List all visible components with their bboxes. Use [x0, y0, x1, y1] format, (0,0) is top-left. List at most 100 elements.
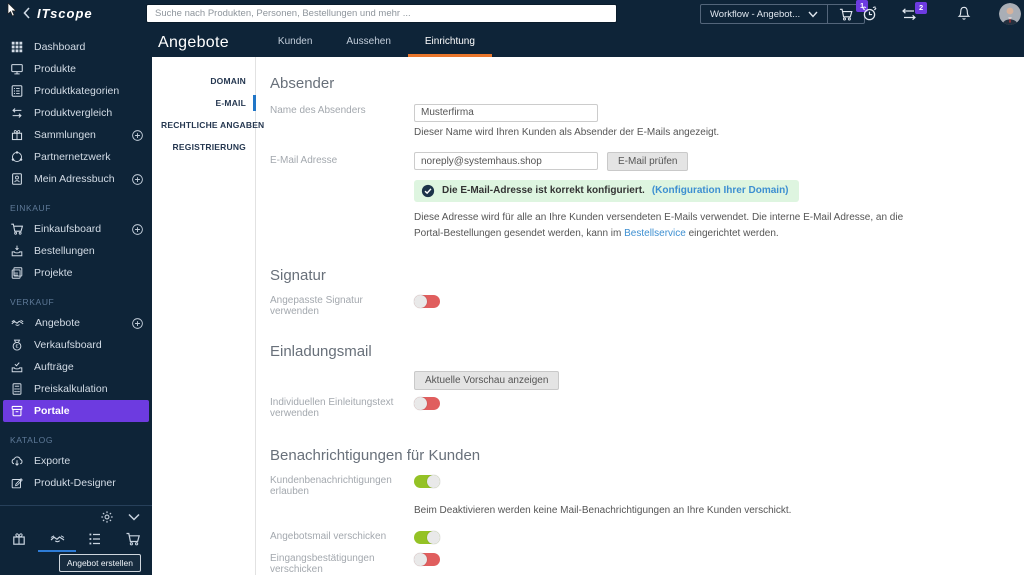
workflow-dropdown-label: Workflow - Angebot...	[710, 9, 800, 20]
address-book-icon	[10, 172, 24, 186]
create-offer-button[interactable]: Angebot erstellen	[59, 554, 141, 572]
notif-label: Eingangsbestätigungen verschicken	[270, 552, 414, 575]
sidebar-footer: Angebot erstellen	[0, 505, 152, 575]
workflow-control: Workflow - Angebot... 1	[700, 4, 865, 24]
plus-circle-icon[interactable]	[131, 317, 144, 330]
offer-mail-toggle[interactable]	[414, 531, 440, 544]
domain-config-link[interactable]: (Konfiguration Ihrer Domain)	[652, 185, 789, 196]
tab-bar: Kunden Aussehen Einrichtung	[261, 28, 492, 57]
plus-circle-icon[interactable]	[131, 129, 144, 142]
topbar: ITscope Workflow - Angebot... 1 2	[0, 0, 1024, 28]
sidebar-item-label: Sammlungen	[34, 129, 96, 141]
plus-circle-icon[interactable]	[131, 173, 144, 186]
email-address-input[interactable]	[414, 152, 598, 170]
money-bag-icon: €	[10, 338, 24, 352]
sidebar-bottom-tabs	[0, 527, 152, 552]
bottom-tab-listen[interactable]	[76, 527, 114, 552]
sidebar-item-auftraege[interactable]: Aufträge	[0, 356, 152, 378]
cart-button[interactable]: 1	[827, 5, 864, 23]
sidebar-item-portale[interactable]: Portale	[3, 400, 149, 422]
sidebar-section-einkauf: EINKAUF	[10, 203, 142, 213]
bestellservice-link[interactable]: Bestellservice	[624, 228, 686, 239]
tab-aussehen[interactable]: Aussehen	[329, 28, 407, 57]
sender-name-label: Name des Absenders	[270, 102, 414, 116]
spacer-label	[270, 505, 414, 508]
subnav-item-rechtliche-angaben[interactable]: RECHTLICHE ANGABEN	[152, 114, 255, 136]
content: DOMAIN E-MAIL RECHTLICHE ANGABEN REGISTR…	[152, 57, 1024, 575]
plus-circle-icon[interactable]	[131, 223, 144, 236]
subnav-item-registrierung[interactable]: REGISTRIERUNG	[152, 136, 255, 158]
sidebar-item-label: Preiskalkulation	[34, 383, 108, 395]
sidebar-item-dashboard[interactable]: Dashboard	[0, 36, 152, 58]
email-info-text: Diese Adresse wird für alle an Ihre Kund…	[414, 210, 906, 243]
sidebar-item-bestellungen[interactable]: Bestellungen	[0, 240, 152, 262]
pen-square-icon	[10, 476, 24, 490]
toggle-knob	[427, 531, 440, 544]
sidebar-item-mein-adressbuch[interactable]: Mein Adressbuch	[0, 168, 152, 190]
bottom-tab-angebote[interactable]	[38, 527, 76, 552]
bottom-tab-warenkorb[interactable]	[114, 527, 152, 552]
sidebar-item-label: Verkaufsboard	[34, 339, 102, 351]
notif-label: Angebotsmail verschicken	[270, 530, 414, 542]
tab-einrichtung[interactable]: Einrichtung	[408, 28, 492, 57]
sidebar-item-label: Produkt-Designer	[34, 477, 116, 489]
collapse-sidebar-icon[interactable]	[22, 6, 31, 20]
sidebar-item-preiskalkulation[interactable]: Preiskalkulation	[0, 378, 152, 400]
custom-signature-label: Angepasste Signatur verwenden	[270, 294, 414, 317]
page-header: Angebote Kunden Aussehen Einrichtung	[152, 28, 1024, 57]
sidebar-item-verkaufsboard[interactable]: € Verkaufsboard	[0, 334, 152, 356]
bell-icon[interactable]	[956, 5, 972, 22]
search-input[interactable]	[146, 4, 617, 23]
spacer-label	[270, 370, 414, 373]
sidebar-item-label: Angebote	[35, 317, 80, 329]
subnav-item-email[interactable]: E-MAIL	[152, 92, 255, 114]
custom-intro-label: Individuellen Einleitungstext verwenden	[270, 396, 414, 419]
gear-icon[interactable]	[100, 510, 114, 524]
sidebar-item-label: Aufträge	[34, 361, 74, 373]
sidebar-item-sammlungen[interactable]: Sammlungen	[0, 124, 152, 146]
sidebar-item-label: Partnernetzwerk	[34, 151, 110, 163]
sidebar-item-produkt-designer[interactable]: Produkt-Designer	[0, 472, 152, 494]
chevron-down-icon	[808, 11, 818, 18]
sidebar-item-partnernetzwerk[interactable]: Partnernetzwerk	[0, 146, 152, 168]
list-icon	[10, 84, 24, 98]
page-title: Angebote	[152, 34, 229, 52]
toggle-knob	[414, 397, 427, 410]
subnav-item-domain[interactable]: DOMAIN	[152, 70, 255, 92]
custom-intro-toggle[interactable]	[414, 397, 440, 410]
email-success-text: Die E-Mail-Adresse ist korrekt konfiguri…	[442, 185, 645, 196]
bottom-tab-sammlungen[interactable]	[0, 527, 38, 552]
sender-name-helper: Dieser Name wird Ihren Kunden als Absend…	[414, 127, 1004, 138]
sidebar-item-angebote[interactable]: Angebote	[0, 312, 152, 334]
receipt-confirmation-toggle[interactable]	[414, 553, 440, 566]
sidebar-item-produktkategorien[interactable]: Produktkategorien	[0, 80, 152, 102]
email-address-label: E-Mail Adresse	[270, 152, 414, 166]
preview-button[interactable]: Aktuelle Vorschau anzeigen	[414, 371, 559, 390]
section-heading-absender: Absender	[270, 75, 1004, 92]
sidebar-item-produkte[interactable]: Produkte	[0, 58, 152, 80]
sidebar-item-label: Exporte	[34, 455, 70, 467]
sidebar-item-projekte[interactable]: Projekte	[0, 262, 152, 284]
check-email-button[interactable]: E-Mail prüfen	[607, 152, 688, 171]
svg-text:€: €	[15, 344, 18, 350]
transfer-badge: 2	[915, 2, 927, 14]
monitor-icon	[10, 62, 24, 76]
sidebar-item-einkaufsboard[interactable]: Einkaufsboard	[0, 218, 152, 240]
avatar[interactable]	[999, 3, 1021, 25]
tray-icon	[10, 360, 24, 374]
sidebar-item-produktvergleich[interactable]: Produktvergleich	[0, 102, 152, 124]
sidebar-item-label: Bestellungen	[34, 245, 95, 257]
settings-subnav: DOMAIN E-MAIL RECHTLICHE ANGABEN REGISTR…	[152, 57, 256, 575]
sender-name-input[interactable]	[414, 104, 598, 122]
sidebar-item-label: Mein Adressbuch	[34, 173, 115, 185]
sidebar-item-label: Projekte	[34, 267, 73, 279]
alarm-clock-icon[interactable]	[861, 5, 878, 22]
sidebar-item-exporte[interactable]: Exporte	[0, 450, 152, 472]
inbox-icon	[10, 244, 24, 258]
custom-signature-toggle[interactable]	[414, 295, 440, 308]
section-heading-signatur: Signatur	[270, 267, 1004, 284]
chevron-down-icon[interactable]	[128, 513, 140, 521]
workflow-dropdown[interactable]: Workflow - Angebot...	[701, 5, 827, 23]
allow-customer-notifications-toggle[interactable]	[414, 475, 440, 488]
tab-kunden[interactable]: Kunden	[261, 28, 329, 57]
